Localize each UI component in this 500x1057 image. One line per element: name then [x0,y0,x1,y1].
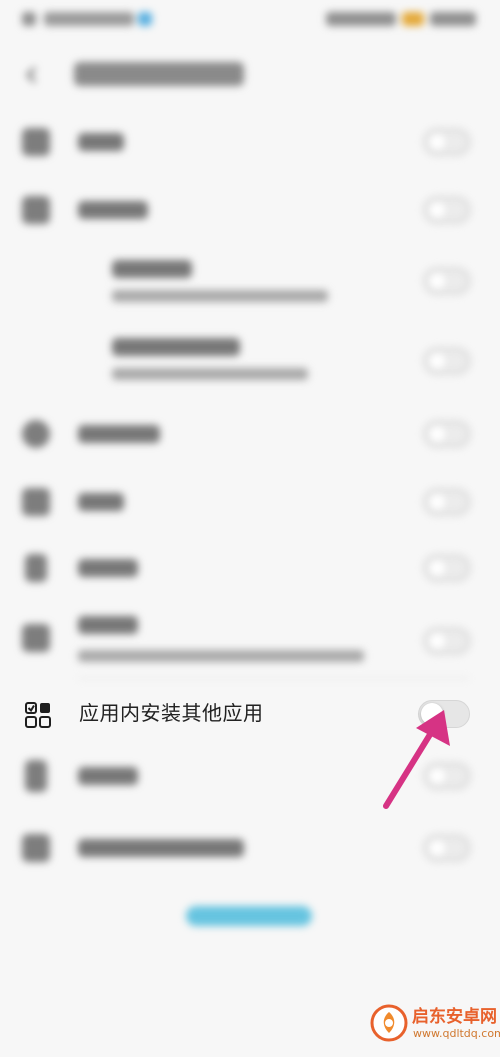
list-item[interactable] [0,410,500,458]
pointer-arrow [383,710,450,809]
watermark-url: www.qdltdq.com [413,1027,500,1040]
divider [78,678,470,679]
status-right [326,12,476,28]
shortcut-icon [22,834,50,862]
list-item[interactable] [0,824,500,872]
user-icon [22,624,50,652]
camera-icon [22,488,50,516]
install-other-apps-label: 应用内安装其他应用 [79,701,264,725]
microphone-icon [25,554,47,582]
list-item[interactable] [0,544,500,592]
status-left [22,12,152,28]
header [0,44,500,108]
list-item[interactable] [0,252,500,314]
watermark-name: 启东安卓网 [412,1007,497,1027]
folder-icon [22,128,50,156]
toggle-switch[interactable] [424,489,470,515]
status-bar [0,0,500,44]
phone-device-icon [25,760,47,792]
toggle-switch[interactable] [424,555,470,581]
toggle-switch[interactable] [424,421,470,447]
list-item[interactable] [0,118,500,166]
apps-grid-icon [25,702,51,728]
list-item[interactable] [0,186,500,234]
back-arrow-icon[interactable] [24,66,42,84]
watermark-logo-icon [370,1004,408,1042]
toggle-switch[interactable] [424,129,470,155]
list-item[interactable] [0,332,500,394]
bottom-link-button[interactable] [186,906,312,926]
list-item[interactable] [0,478,500,526]
toggle-switch[interactable] [424,268,470,294]
toggle-switch[interactable] [424,348,470,374]
list-item[interactable] [0,610,500,672]
toggle-switch[interactable] [424,197,470,223]
phone-icon [22,196,50,224]
watermark: 启东安卓网 www.qdltdq.com [370,1002,500,1052]
toggle-switch[interactable] [424,835,470,861]
page-title-placeholder [74,62,244,86]
toggle-switch[interactable] [424,628,470,654]
location-icon [22,420,50,448]
app-permissions-screen: 应用内安装其他应用 启东安卓网 www.qdltdq.com [0,0,500,1057]
